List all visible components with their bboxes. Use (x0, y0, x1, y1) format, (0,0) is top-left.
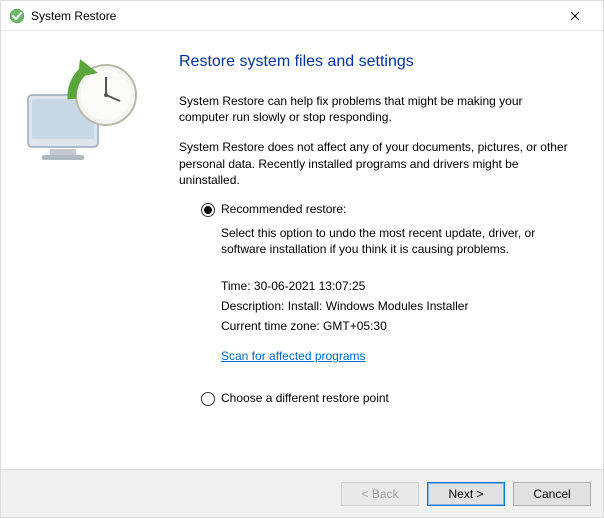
restore-timezone: Current time zone: GMT+05:30 (221, 319, 573, 333)
content-area: Restore system files and settings System… (1, 31, 603, 469)
time-value: 30-06-2021 13:07:25 (254, 279, 365, 293)
sidebar (1, 31, 169, 469)
next-button[interactable]: Next > (427, 482, 505, 506)
option-alternate-label: Choose a different restore point (221, 391, 389, 405)
radio-alternate[interactable] (201, 392, 215, 406)
description-value: Install: Windows Modules Installer (288, 299, 469, 313)
option-recommended-label: Recommended restore: (221, 202, 346, 216)
radio-recommended[interactable] (201, 203, 215, 217)
system-restore-window: System Restore (0, 0, 604, 518)
option-recommended[interactable]: Recommended restore: (201, 202, 573, 217)
scan-affected-link[interactable]: Scan for affected programs (221, 349, 366, 363)
close-button[interactable] (555, 2, 595, 30)
restore-time: Time: 30-06-2021 13:07:25 (221, 279, 573, 293)
main-panel: Restore system files and settings System… (169, 31, 603, 469)
restore-description: Description: Install: Windows Modules In… (221, 299, 573, 313)
cancel-button[interactable]: Cancel (513, 482, 591, 506)
recommended-details: Select this option to undo the most rece… (201, 225, 573, 373)
window-title: System Restore (31, 9, 555, 23)
description-label: Description: (221, 299, 288, 313)
intro-paragraph-2: System Restore does not affect any of yo… (179, 139, 573, 188)
back-button: < Back (341, 482, 419, 506)
titlebar: System Restore (1, 1, 603, 31)
wizard-footer: < Back Next > Cancel (1, 469, 603, 517)
close-icon (570, 11, 580, 21)
recommended-description: Select this option to undo the most rece… (221, 225, 573, 257)
option-alternate[interactable]: Choose a different restore point (201, 391, 573, 406)
timezone-label: Current time zone: (221, 319, 323, 333)
system-restore-icon (9, 8, 25, 24)
intro-paragraph-1: System Restore can help fix problems tha… (179, 93, 573, 125)
timezone-value: GMT+05:30 (323, 319, 387, 333)
time-label: Time: (221, 279, 254, 293)
restore-options: Recommended restore: Select this option … (179, 202, 573, 406)
page-heading: Restore system files and settings (179, 53, 573, 71)
restore-graphic-icon (20, 53, 150, 168)
